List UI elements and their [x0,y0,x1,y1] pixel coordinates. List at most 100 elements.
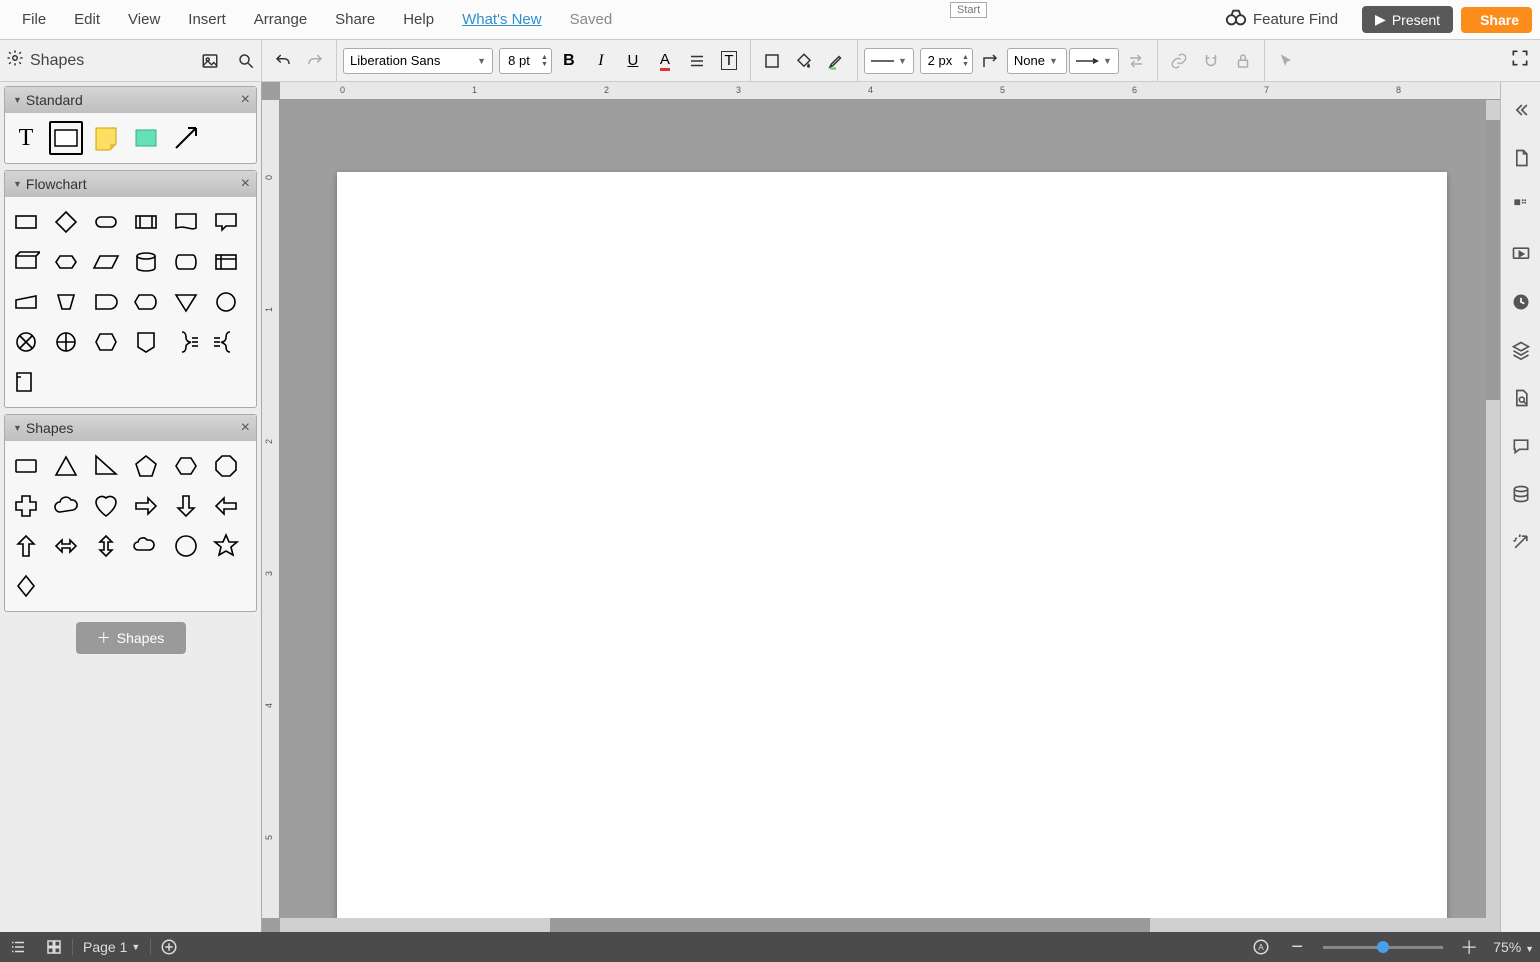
line-width-arrows[interactable]: ▲▼ [959,54,972,68]
arrow-end-select[interactable]: ▼ [1069,48,1119,74]
shape-tri[interactable] [49,449,83,483]
highlighter-icon[interactable] [821,46,851,76]
menu-file[interactable]: File [8,5,60,34]
shape-database[interactable] [129,245,163,279]
shape-rect[interactable] [9,449,43,483]
shape-decision[interactable] [49,205,83,239]
shape-doc[interactable] [169,205,203,239]
shape-terminator[interactable] [89,205,123,239]
shape-plus[interactable] [9,489,43,523]
shape-predef[interactable] [129,205,163,239]
zoom-out-icon[interactable]: − [1279,932,1315,962]
shape-diamond[interactable] [9,569,43,603]
group-header-shapes[interactable]: ▼ Shapes × [5,415,256,441]
shape-prep[interactable] [49,245,83,279]
menu-help[interactable]: Help [389,5,448,34]
dock-layers-icon[interactable] [1501,326,1540,374]
shape-star[interactable] [209,529,243,563]
underline-icon[interactable]: U [618,46,648,76]
line-width-spinner[interactable]: ▲▼ [920,48,973,74]
close-icon[interactable]: × [241,91,250,109]
scrollbar-thumb[interactable] [550,918,1150,932]
shape-rectangle[interactable] [49,121,83,155]
font-size-input[interactable] [500,52,538,69]
menu-view[interactable]: View [114,5,174,34]
menu-share[interactable]: Share [321,5,389,34]
fill-bucket-icon[interactable] [789,46,819,76]
close-icon[interactable]: × [241,419,250,437]
dock-data-icon[interactable] [1501,470,1540,518]
scrollbar-thumb[interactable] [1486,120,1500,400]
shape-process[interactable] [9,205,43,239]
dock-page-icon[interactable] [1501,134,1540,182]
grid-view-icon[interactable] [36,932,72,962]
text-box-icon[interactable]: T [714,46,744,76]
shape-arrow-ud[interactable] [89,529,123,563]
undo-icon[interactable] [268,46,298,76]
shape-right-tri[interactable] [89,449,123,483]
italic-icon[interactable]: I [586,46,616,76]
line-width-input[interactable] [921,52,959,69]
list-view-icon[interactable] [0,932,36,962]
shape-sum[interactable] [9,325,43,359]
shape-parallelogram[interactable] [89,245,123,279]
add-page-icon[interactable] [151,932,187,962]
line-path-icon[interactable] [975,46,1005,76]
shape-delay[interactable] [89,285,123,319]
menu-arrange[interactable]: Arrange [240,5,321,34]
close-icon[interactable]: × [241,175,250,193]
dock-present-icon[interactable] [1501,230,1540,278]
shape-cloud2[interactable] [129,529,163,563]
shape-cloud[interactable] [49,489,83,523]
shape-text[interactable]: T [9,121,43,155]
shape-connector[interactable] [209,285,243,319]
zoom-slider-handle[interactable] [1377,941,1389,953]
dock-collapse-icon[interactable] [1501,86,1540,134]
present-button[interactable]: ▶ Present [1362,6,1453,33]
border-color-icon[interactable] [757,46,787,76]
shape-arrow-r[interactable] [129,489,163,523]
add-shapes-button[interactable]: ＋ Shapes [76,622,186,654]
shape-merge[interactable] [169,285,203,319]
shape-stored[interactable] [169,245,203,279]
dock-comments-icon[interactable] [1501,422,1540,470]
dock-lasers-icon[interactable] [1501,518,1540,566]
zoom-value[interactable]: 75% ▼ [1487,939,1540,955]
shape-note-yellow[interactable] [89,121,123,155]
feature-find-button[interactable]: Feature Find [1213,3,1350,37]
page-selector[interactable]: Page 1 ▼ [72,939,151,955]
arrow-start-select[interactable]: None▼ [1007,48,1067,74]
align-icon[interactable] [682,46,712,76]
shape-sort[interactable] [89,325,123,359]
shape-oct[interactable] [209,449,243,483]
zoom-in-icon[interactable]: ＋ [1451,932,1487,962]
accessibility-icon[interactable]: A [1243,932,1279,962]
shape-or[interactable] [49,325,83,359]
horizontal-scrollbar[interactable] [280,918,1500,932]
text-color-icon[interactable]: A [650,46,680,76]
shape-data-in[interactable] [9,245,43,279]
dock-document-icon[interactable] [1501,374,1540,422]
dock-master-icon[interactable] [1501,182,1540,230]
shape-callout[interactable] [209,205,243,239]
shape-arrow-l[interactable] [209,489,243,523]
shape-manual-in[interactable] [9,285,43,319]
shape-note-corner[interactable] [9,365,43,399]
shape-internal[interactable] [209,245,243,279]
menu-insert[interactable]: Insert [174,5,240,34]
dock-history-icon[interactable] [1501,278,1540,326]
shape-heart[interactable] [89,489,123,523]
fullscreen-button[interactable] [1500,48,1540,73]
shape-arrow-diagonal[interactable] [169,121,203,155]
shape-offpage[interactable] [129,325,163,359]
search-icon[interactable] [231,46,261,76]
shape-arrow-d[interactable] [169,489,203,523]
shape-arrow-lr[interactable] [49,529,83,563]
shape-pent[interactable] [129,449,163,483]
group-header-standard[interactable]: ▼ Standard × [5,87,256,113]
shape-brace-r[interactable] [169,325,203,359]
bold-icon[interactable]: B [554,46,584,76]
drawing-canvas[interactable] [337,172,1447,932]
share-button[interactable]: Share [1461,7,1532,33]
shape-note-teal[interactable] [129,121,163,155]
